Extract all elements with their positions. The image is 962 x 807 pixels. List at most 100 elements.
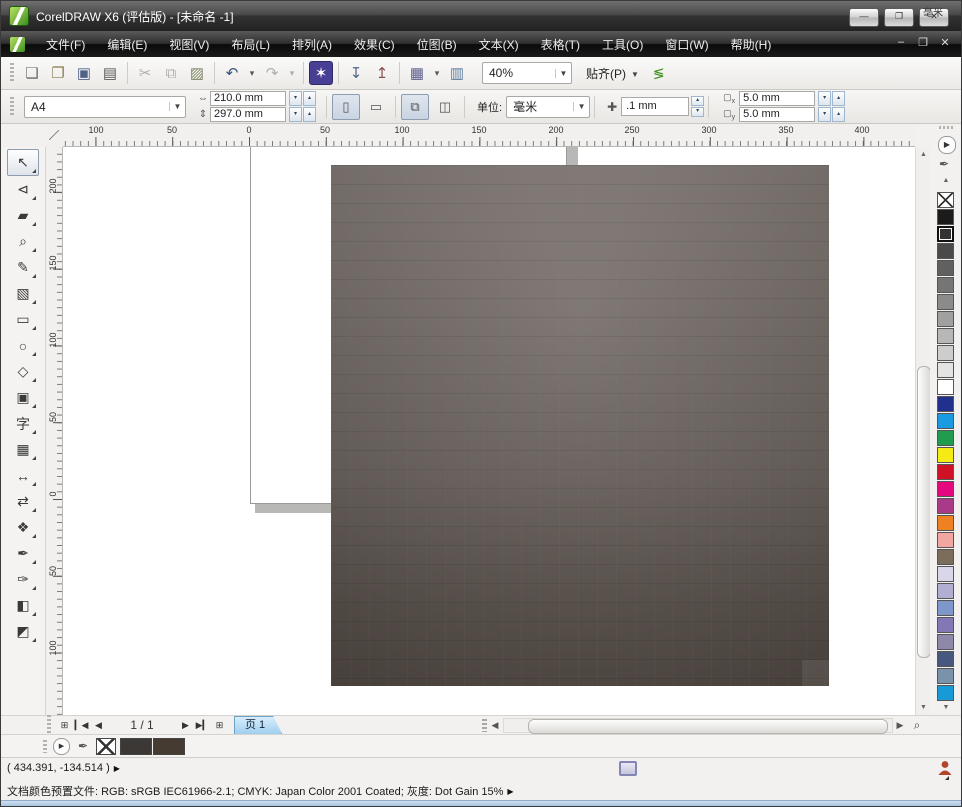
- 40-black-swatch[interactable]: [937, 311, 954, 327]
- document-restore-button[interactable]: ❐: [917, 36, 929, 49]
- ellipse-tool[interactable]: ○: [8, 333, 38, 358]
- nudge-spin-up[interactable]: ▴: [691, 96, 704, 106]
- cut-button[interactable]: ✂: [133, 61, 157, 85]
- menu-item-bitmaps[interactable]: 位图(B): [406, 32, 468, 57]
- chevron-down-icon[interactable]: ▼: [573, 102, 589, 111]
- drawing-canvas[interactable]: [63, 147, 915, 715]
- palette-scroll-up-icon[interactable]: ▲: [938, 177, 954, 187]
- document-close-button[interactable]: ✕: [939, 36, 951, 49]
- toolbar-grip[interactable]: [10, 63, 14, 83]
- vertical-scroll-thumb[interactable]: [917, 366, 931, 658]
- 80-black-swatch[interactable]: [937, 243, 954, 259]
- search-content-button[interactable]: ✶: [309, 61, 333, 85]
- doc-dark-brown-swatch[interactable]: [153, 738, 185, 755]
- 30-black-swatch[interactable]: [937, 328, 954, 344]
- paper-height-spin-down[interactable]: ▾: [289, 107, 302, 122]
- fill-tool[interactable]: ◧: [8, 593, 38, 618]
- chevron-down-icon[interactable]: ▼: [169, 102, 185, 111]
- horizontal-scroll-thumb[interactable]: [528, 719, 888, 734]
- all-pages-button[interactable]: ⧉: [401, 94, 429, 120]
- periwinkle-swatch[interactable]: [937, 600, 954, 616]
- doc-dark-gray-swatch[interactable]: [120, 738, 152, 755]
- menu-item-file[interactable]: 文件(F): [35, 32, 96, 57]
- redo-button[interactable]: ↷: [260, 61, 284, 85]
- blue-swatch[interactable]: [937, 396, 954, 412]
- scroll-up-icon[interactable]: ▲: [916, 147, 931, 162]
- palette-flyout-button[interactable]: ▶: [938, 136, 956, 154]
- current-page-button[interactable]: ◫: [431, 94, 459, 120]
- horizontal-ruler[interactable]: 10050050100150200250300350400: [63, 124, 915, 147]
- document-minimize-button[interactable]: –: [895, 36, 907, 49]
- snap-to-dropdown[interactable]: 贴齐(P) ▼: [586, 65, 645, 82]
- scroll-left-icon[interactable]: ◀: [487, 720, 503, 731]
- 20-black-swatch[interactable]: [937, 345, 954, 361]
- zoom-tool[interactable]: ⌕: [8, 229, 38, 254]
- 10-black-swatch[interactable]: [937, 362, 954, 378]
- outline-pen-tool[interactable]: ✑: [8, 567, 38, 592]
- duplicate-y-spin-up[interactable]: ▴: [832, 107, 845, 122]
- smart-fill-tool[interactable]: ▧: [8, 281, 38, 306]
- nav-grip[interactable]: [47, 715, 51, 735]
- menu-item-help[interactable]: 帮助(H): [720, 32, 783, 57]
- duplicate-x-spin-down[interactable]: ▾: [818, 91, 831, 106]
- duplicate-y-spin-down[interactable]: ▾: [818, 107, 831, 122]
- pale-lavender-swatch[interactable]: [937, 566, 954, 582]
- placed-bitmap-image[interactable]: [331, 165, 829, 686]
- export-button[interactable]: ↥: [370, 61, 394, 85]
- crop-tool[interactable]: ▰: [8, 203, 38, 228]
- last-page-button[interactable]: ▶▎: [194, 720, 211, 731]
- document-palette-flyout-button[interactable]: ▶: [53, 738, 70, 755]
- copy-button[interactable]: ⧉: [159, 61, 183, 85]
- menu-item-window[interactable]: 窗口(W): [654, 32, 719, 57]
- menu-item-effects[interactable]: 效果(C): [343, 32, 406, 57]
- violet-swatch[interactable]: [937, 498, 954, 514]
- orange-swatch[interactable]: [937, 515, 954, 531]
- pick-tool[interactable]: ↖: [7, 149, 39, 176]
- nudge-distance-field[interactable]: .1 mm: [621, 97, 689, 116]
- no-color-swatch[interactable]: [937, 192, 954, 208]
- polygon-tool[interactable]: ◇: [8, 359, 38, 384]
- title-bar[interactable]: CorelDRAW X6 (评估版) - [未命名 -1] — ❐ ✕: [1, 1, 961, 31]
- flyout-arrow-icon[interactable]: ▶: [114, 764, 120, 773]
- 60-black-swatch[interactable]: [937, 277, 954, 293]
- table-tool[interactable]: ▦: [8, 437, 38, 462]
- paste-button[interactable]: ▨: [185, 61, 209, 85]
- purple-swatch[interactable]: [937, 617, 954, 633]
- rectangle-tool[interactable]: ▭: [8, 307, 38, 332]
- import-button[interactable]: ↧: [344, 61, 368, 85]
- redo-options-button[interactable]: ▾: [286, 61, 298, 85]
- vertical-scrollbar[interactable]: ▲ ▼: [915, 147, 930, 715]
- add-page-button[interactable]: ⊞: [56, 720, 73, 731]
- palette-scroll-down-icon[interactable]: ▼: [938, 704, 954, 714]
- flyout-arrow-icon[interactable]: ▶: [507, 787, 513, 796]
- color-eyedropper-tool[interactable]: ✒: [8, 541, 38, 566]
- document-palette-grip[interactable]: [43, 740, 47, 753]
- undo-button[interactable]: ↶: [220, 61, 244, 85]
- print-button[interactable]: ▤: [98, 61, 122, 85]
- undo-options-button[interactable]: ▾: [246, 61, 258, 85]
- light-purple-swatch[interactable]: [937, 583, 954, 599]
- vertical-ruler[interactable]: 20015010050050100: [46, 147, 63, 715]
- scroll-right-icon[interactable]: ▶: [893, 720, 907, 731]
- landscape-button[interactable]: ▭: [362, 94, 390, 120]
- connector-tool[interactable]: ⇄: [8, 489, 38, 514]
- gray-purple-swatch[interactable]: [937, 634, 954, 650]
- document-palette-eyedropper-icon[interactable]: ✒: [78, 739, 88, 753]
- page-tab[interactable]: 页 1: [234, 716, 282, 734]
- first-page-button[interactable]: ▎◀: [73, 720, 90, 731]
- open-button[interactable]: ❐: [46, 61, 70, 85]
- freehand-tool[interactable]: ✎: [8, 255, 38, 280]
- property-bar-grip[interactable]: [10, 97, 14, 117]
- dark-slate-blue-swatch[interactable]: [937, 651, 954, 667]
- units-combo[interactable]: 毫米 ▼: [506, 96, 590, 118]
- duplicate-x-spin-up[interactable]: ▴: [832, 91, 845, 106]
- basic-shapes-tool[interactable]: ▣: [8, 385, 38, 410]
- nudge-spin-down[interactable]: ▾: [691, 107, 704, 117]
- ruler-origin-icon[interactable]: [46, 124, 63, 147]
- doc-no-color-swatch[interactable]: [96, 738, 116, 755]
- minimize-button[interactable]: —: [849, 8, 879, 27]
- red-swatch[interactable]: [937, 464, 954, 480]
- previous-page-button[interactable]: ◀: [90, 720, 107, 731]
- new-document-button[interactable]: ❏: [20, 61, 44, 85]
- membership-person-icon[interactable]: [938, 760, 953, 779]
